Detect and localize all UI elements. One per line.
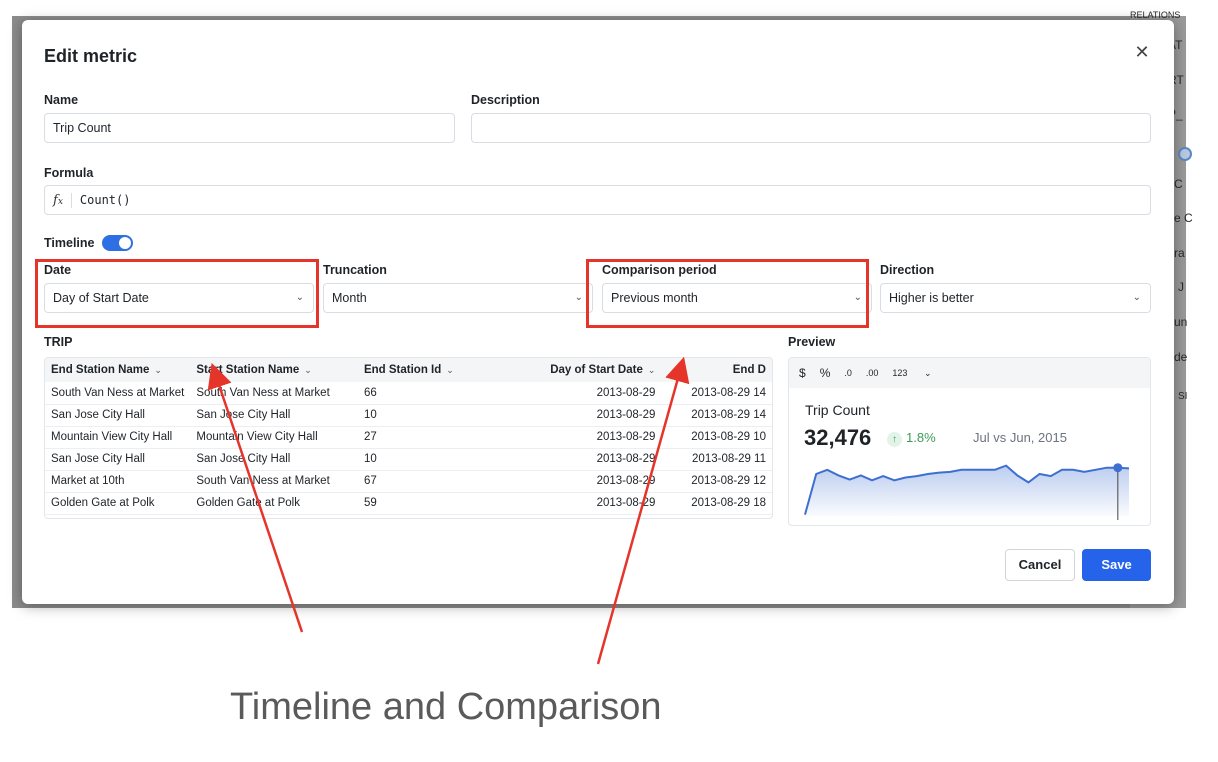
annotation-caption: Timeline and Comparison [230,686,662,728]
annotation-arrows [207,356,690,665]
arrow-to-date [207,362,304,633]
arrow-to-comparison [596,356,690,665]
